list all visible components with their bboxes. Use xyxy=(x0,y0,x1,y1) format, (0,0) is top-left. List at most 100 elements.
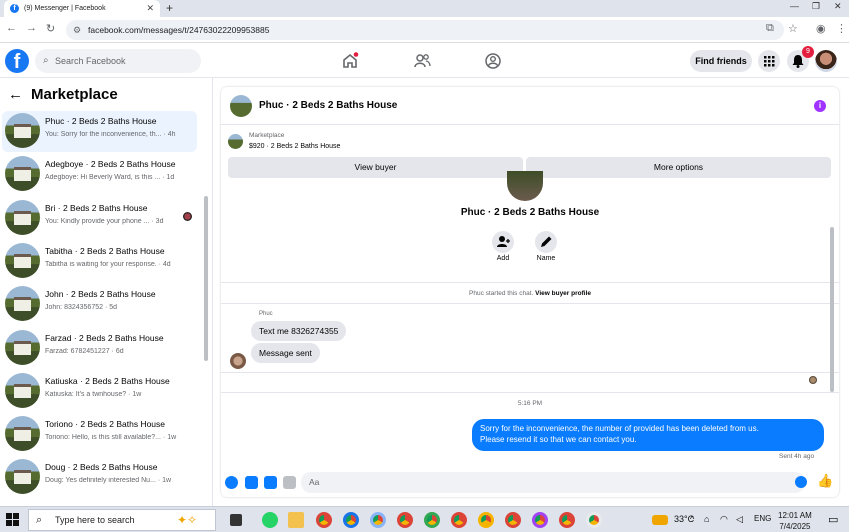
install-app-icon[interactable]: ⧉ xyxy=(766,22,774,35)
sticker-icon[interactable] xyxy=(264,476,277,489)
reload-icon[interactable]: ↻ xyxy=(46,22,55,35)
facebook-logo-icon[interactable]: f xyxy=(5,49,29,73)
profile-icon[interactable]: ◉ xyxy=(816,22,826,35)
site-info-icon[interactable]: ⚙ xyxy=(73,20,81,40)
taskbar-search-input[interactable]: ⌕ Type here to search ✦✧ xyxy=(28,509,216,531)
view-buyer-button[interactable]: View buyer xyxy=(228,157,523,178)
conversation-title: Bri · 2 Beds 2 Baths House xyxy=(45,202,148,213)
tray-chevron-icon[interactable]: ^ xyxy=(690,514,694,524)
info-icon[interactable]: i xyxy=(814,100,826,112)
account-avatar[interactable] xyxy=(815,50,837,72)
profile-avatar[interactable] xyxy=(507,171,543,201)
home-icon[interactable] xyxy=(341,52,359,70)
search-icon: ⌕ xyxy=(43,55,49,66)
gif-icon[interactable] xyxy=(283,476,296,489)
emoji-icon[interactable] xyxy=(795,476,807,488)
chrome-app-icon[interactable] xyxy=(559,512,575,528)
listing-price[interactable]: $920 · 2 Beds 2 Baths House xyxy=(249,143,340,150)
wifi-icon[interactable]: ◠ xyxy=(720,514,728,525)
chat-avatar[interactable] xyxy=(230,95,252,117)
listing-thumbnail xyxy=(5,416,40,452)
chat-scrollbar[interactable] xyxy=(830,227,834,392)
task-view-icon[interactable] xyxy=(230,514,242,526)
forward-icon[interactable]: → xyxy=(26,22,37,34)
clock-time: 12:01 AM xyxy=(778,511,812,520)
weather-widget[interactable]: 33°C xyxy=(652,514,694,525)
conversation-item[interactable]: Farzad · 2 Beds 2 Baths House Farzad: 678… xyxy=(2,328,197,369)
chrome-app-icon[interactable] xyxy=(532,512,548,528)
search-icon: ⌕ xyxy=(36,514,43,526)
conversation-item[interactable]: Doug · 2 Beds 2 Baths House Doug: Yes def… xyxy=(2,457,197,498)
snippet-text: Adegboye: Hi Beverly Ward, is this ... xyxy=(45,174,161,182)
conversation-item[interactable]: Phuc · 2 Beds 2 Baths House You: Sorry fo… xyxy=(2,111,197,152)
bookmark-star-icon[interactable]: ☆ xyxy=(788,22,798,35)
snippet-time: 1w xyxy=(167,434,177,442)
conversation-item[interactable]: John · 2 Beds 2 Baths House John: 8324356… xyxy=(2,284,197,325)
chrome-app-icon[interactable] xyxy=(505,512,521,528)
whatsapp-icon[interactable] xyxy=(262,512,278,528)
chat-header-name[interactable]: Phuc · 2 Beds 2 Baths House xyxy=(259,100,397,111)
conversation-item[interactable]: Katiuska · 2 Beds 2 Baths House Katiuska:… xyxy=(2,371,197,412)
restore-icon[interactable]: ❐ xyxy=(812,1,820,12)
language-indicator[interactable]: ENG xyxy=(754,514,771,523)
add-button[interactable] xyxy=(492,231,514,253)
find-friends-button[interactable]: Find friends xyxy=(690,50,752,72)
name-button[interactable] xyxy=(535,231,557,253)
url-field[interactable]: ⚙ facebook.com/messages/t/24763022209953… xyxy=(66,20,784,40)
listing-thumbnail[interactable] xyxy=(228,134,243,149)
network-icon[interactable]: ⌂ xyxy=(704,514,709,524)
view-buyer-profile-link[interactable]: View buyer profile xyxy=(535,290,591,297)
conversation-item[interactable]: Toriono · 2 Beds 2 Baths House Toriono: H… xyxy=(2,414,197,455)
browser-tab[interactable]: f (9) Messenger | Facebook ✕ xyxy=(4,0,160,17)
chrome-app-icon[interactable] xyxy=(343,512,359,528)
thumbs-up-icon[interactable]: 👍 xyxy=(817,474,833,488)
snippet-text: You: Kindly provide your phone ... xyxy=(45,217,150,225)
back-arrow-icon[interactable]: ← xyxy=(8,86,23,103)
tab-close-icon[interactable]: ✕ xyxy=(146,3,154,14)
windows-start-icon[interactable] xyxy=(6,513,19,526)
listing-thumbnail xyxy=(5,459,40,495)
more-options-button[interactable]: More options xyxy=(526,157,831,178)
conversation-snippet: Toriono: Hello, is this still available?… xyxy=(45,434,177,442)
chrome-app-icon[interactable] xyxy=(424,512,440,528)
menu-grid-button[interactable] xyxy=(758,50,780,72)
new-tab-button[interactable]: + xyxy=(166,1,173,15)
minimize-icon[interactable]: — xyxy=(790,1,799,11)
chat-header: Phuc · 2 Beds 2 Baths House i xyxy=(221,87,839,125)
groups-icon[interactable] xyxy=(484,52,502,70)
chrome-app-icon[interactable] xyxy=(370,512,386,528)
plus-icon[interactable] xyxy=(225,476,238,489)
message-input[interactable]: Aa xyxy=(301,472,805,493)
chrome-app-icon[interactable] xyxy=(451,512,467,528)
conversation-snippet: Farzad: 6782451227 · 6d xyxy=(45,347,124,355)
conversation-item[interactable]: Tabitha · 2 Beds 2 Baths House Tabitha is… xyxy=(2,241,197,282)
volume-icon[interactable]: ◁ xyxy=(736,514,743,525)
notification-center-icon[interactable]: ▭ xyxy=(828,513,838,526)
sender-label: Phuc xyxy=(259,311,273,317)
listing-thumbnail xyxy=(5,156,40,192)
url-text: facebook.com/messages/t/2476302220995388… xyxy=(88,25,270,35)
sidebar-scrollbar[interactable] xyxy=(204,196,208,361)
snippet-text: Tabitha is waiting for your response. xyxy=(45,260,157,268)
taskbar-clock[interactable]: 12:01 AM 7/4/2025 xyxy=(778,510,812,532)
chrome-app-icon[interactable] xyxy=(586,512,602,528)
chrome-app-icon[interactable] xyxy=(316,512,332,528)
conversation-title: Farzad · 2 Beds 2 Baths House xyxy=(45,332,164,343)
chrome-app-icon[interactable] xyxy=(478,512,494,528)
file-explorer-icon[interactable] xyxy=(288,512,304,528)
incoming-message[interactable]: Message sent xyxy=(251,343,320,363)
chrome-app-icon[interactable] xyxy=(397,512,413,528)
back-icon[interactable]: ← xyxy=(6,22,17,34)
friends-icon[interactable] xyxy=(413,52,431,70)
conversation-item[interactable]: Bri · 2 Beds 2 Baths House You: Kindly pr… xyxy=(2,198,197,239)
incoming-message[interactable]: Text me 8326274355 xyxy=(251,321,347,341)
weather-icon xyxy=(652,514,668,525)
photo-icon[interactable] xyxy=(245,476,258,489)
window-close-icon[interactable]: ✕ xyxy=(834,1,842,12)
facebook-search-input[interactable]: ⌕ Search Facebook xyxy=(35,49,201,73)
outgoing-message[interactable]: Sorry for the inconvenience, the number … xyxy=(472,419,824,451)
browser-menu-icon[interactable]: ⋮ xyxy=(836,22,847,35)
conversation-title: Adegboye · 2 Beds 2 Baths House xyxy=(45,159,176,170)
sender-avatar[interactable] xyxy=(230,353,246,369)
conversation-item[interactable]: Adegboye · 2 Beds 2 Baths House Adegboye:… xyxy=(2,154,197,195)
